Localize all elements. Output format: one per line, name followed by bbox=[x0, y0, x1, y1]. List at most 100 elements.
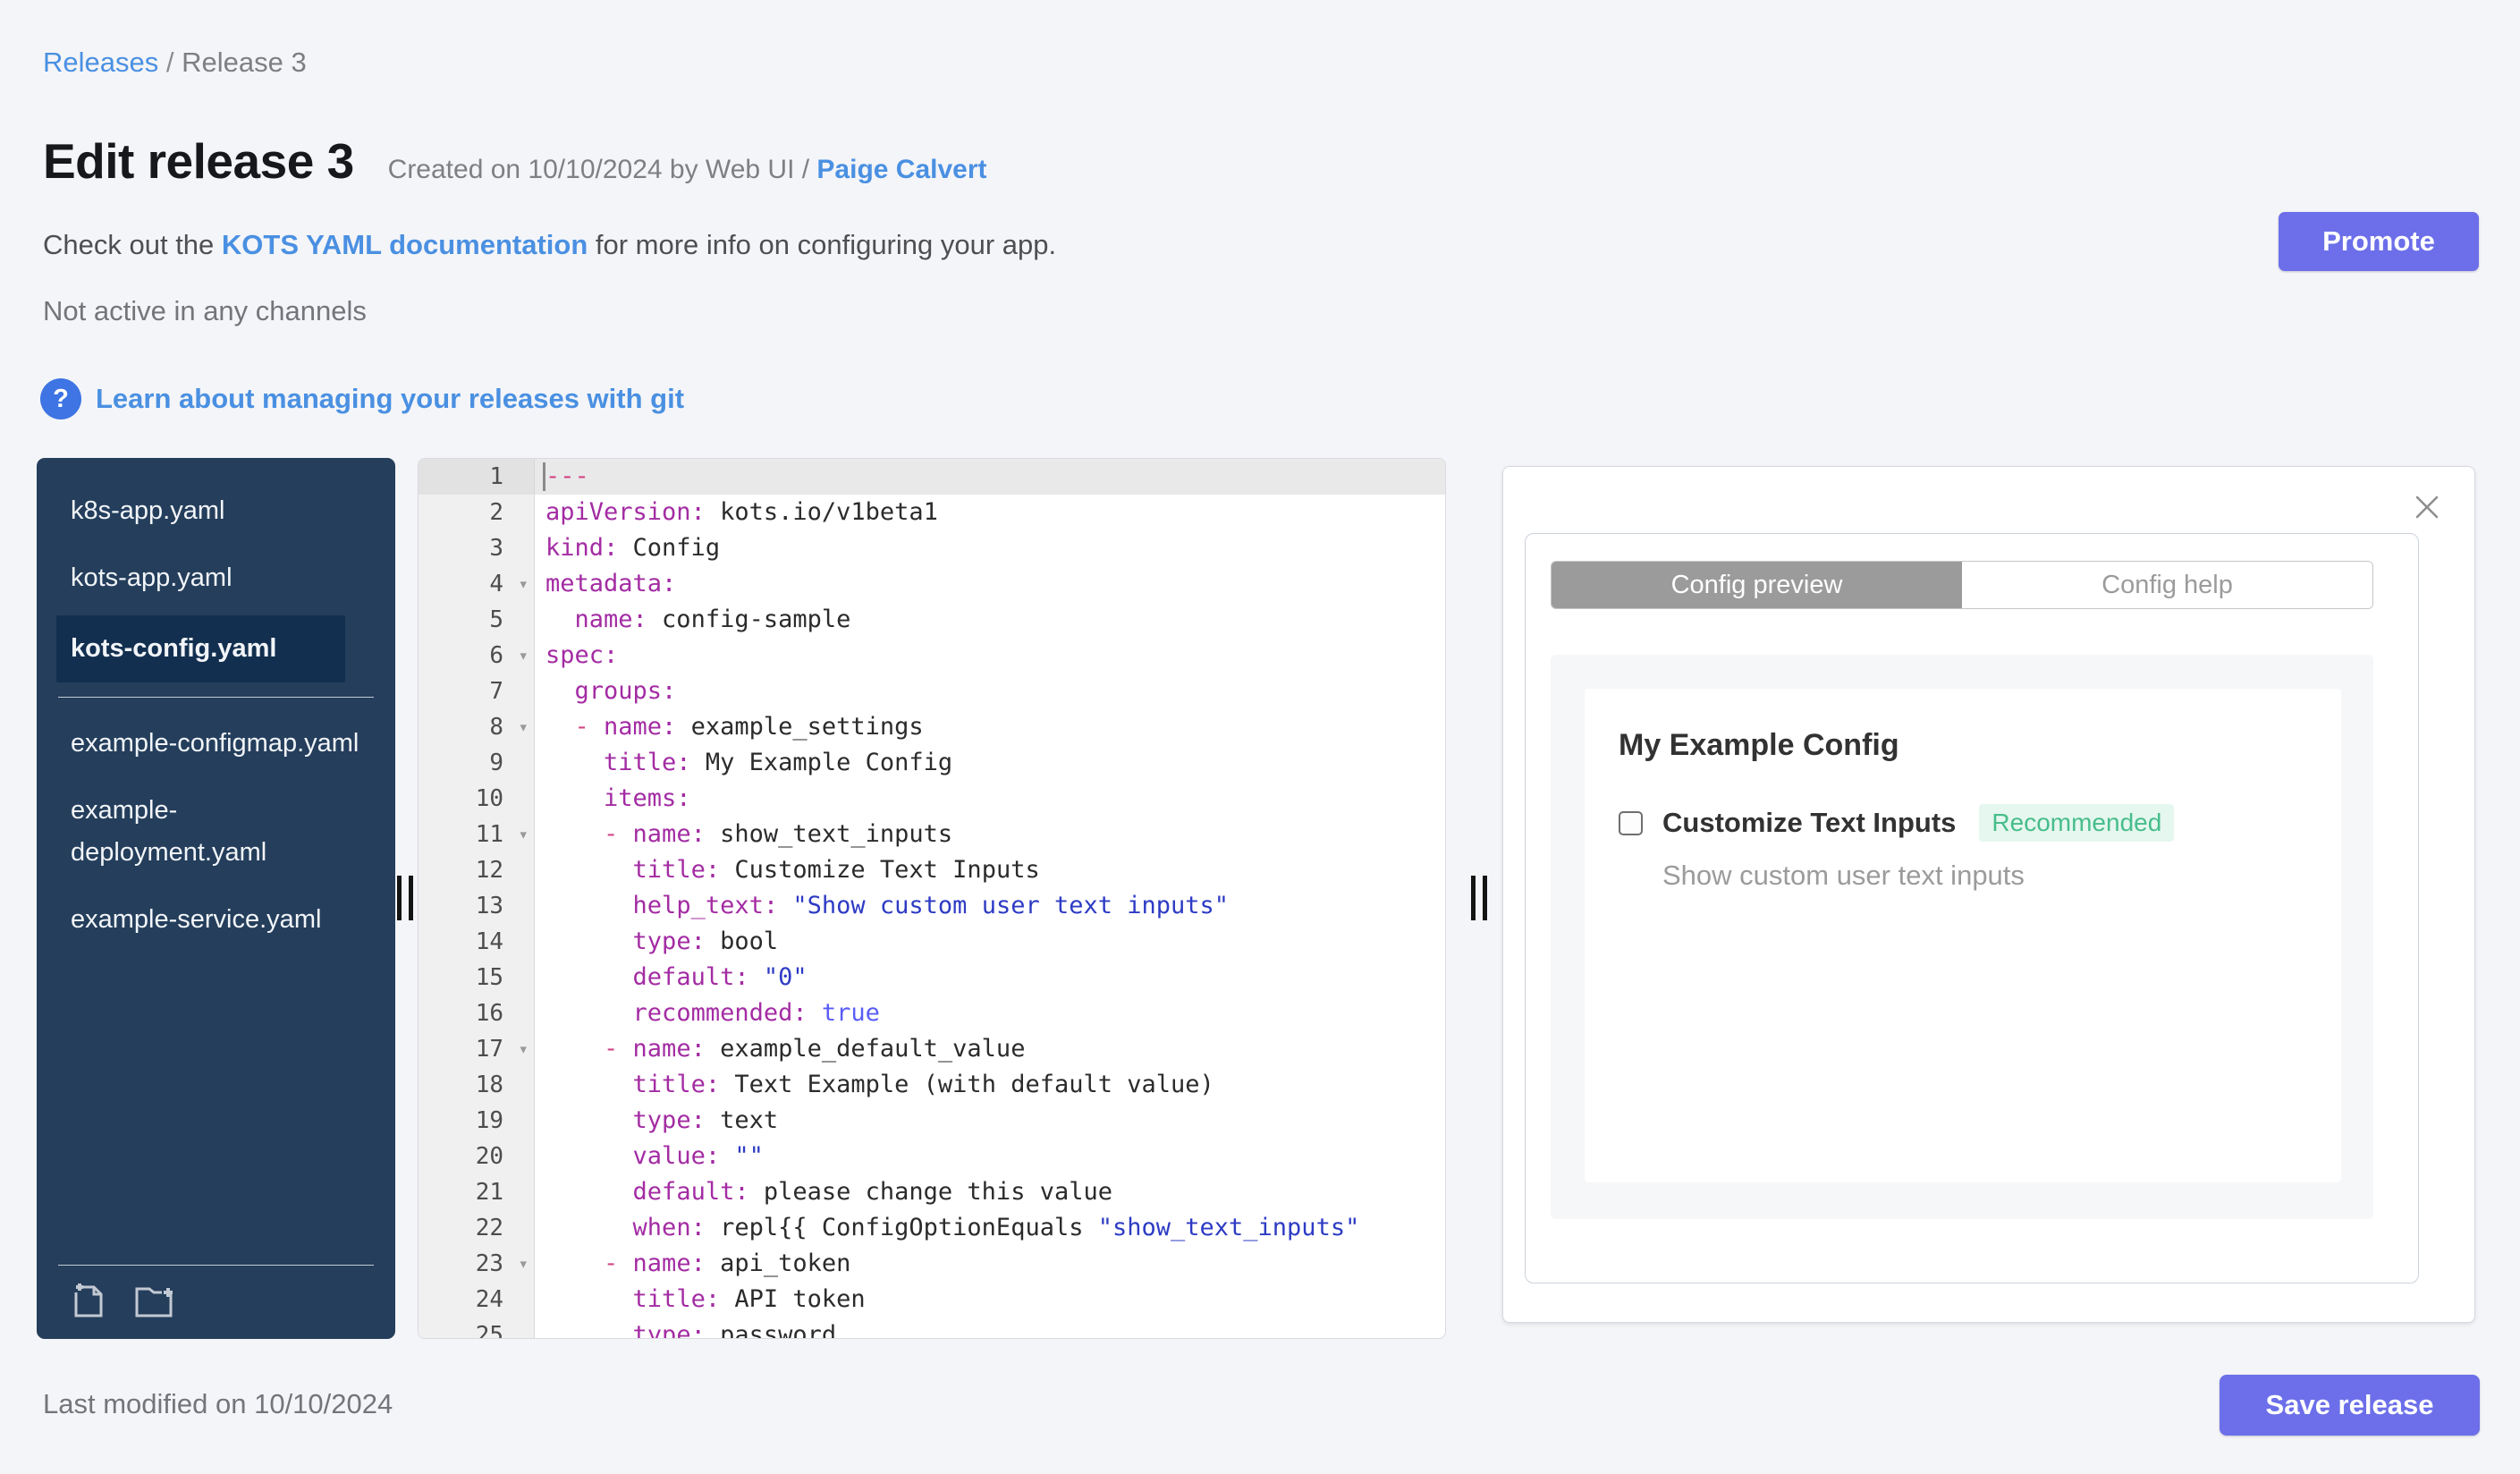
code-line-13[interactable]: 13 help_text: "Show custom user text inp… bbox=[419, 888, 1445, 924]
yaml-code-editor[interactable]: 1 --- 2 apiVersion: kots.io/v1beta1 3 kind: C… bbox=[418, 458, 1446, 1339]
gutter-line-number[interactable]: 2 bbox=[419, 495, 535, 530]
file-item-kots-config.yaml[interactable]: kots-config.yaml bbox=[56, 615, 345, 682]
gutter-line-number[interactable]: 4 ▾ bbox=[419, 566, 535, 602]
gutter-line-number[interactable]: 24 bbox=[419, 1282, 535, 1317]
code-text[interactable]: spec: bbox=[535, 638, 1445, 673]
code-line-2[interactable]: 2 apiVersion: kots.io/v1beta1 bbox=[419, 495, 1445, 530]
code-line-19[interactable]: 19 type: text bbox=[419, 1103, 1445, 1139]
code-text[interactable]: --- bbox=[535, 459, 1445, 495]
code-line-9[interactable]: 9 title: My Example Config bbox=[419, 745, 1445, 781]
file-item-example-configmap.yaml[interactable]: example-configmap.yaml bbox=[37, 710, 395, 777]
gutter-line-number[interactable]: 22 bbox=[419, 1210, 535, 1246]
code-line-6[interactable]: 6 ▾ spec: bbox=[419, 638, 1445, 673]
tab-config-help[interactable]: Config help bbox=[1962, 562, 2372, 608]
code-text[interactable]: name: config-sample bbox=[535, 602, 1445, 638]
code-text[interactable]: metadata: bbox=[535, 566, 1445, 602]
code-text[interactable]: type: bool bbox=[535, 924, 1445, 960]
gutter-line-number[interactable]: 18 bbox=[419, 1067, 535, 1103]
gutter-line-number[interactable]: 5 bbox=[419, 602, 535, 638]
code-text[interactable]: title: My Example Config bbox=[535, 745, 1445, 781]
code-line-20[interactable]: 20 value: "" bbox=[419, 1139, 1445, 1174]
gutter-line-number[interactable]: 21 bbox=[419, 1174, 535, 1210]
code-line-15[interactable]: 15 default: "0" bbox=[419, 960, 1445, 995]
tab-config-preview[interactable]: Config preview bbox=[1552, 562, 1962, 608]
code-line-23[interactable]: 23 ▾ - name: api_token bbox=[419, 1246, 1445, 1282]
code-text[interactable]: default: "0" bbox=[535, 960, 1445, 995]
breadcrumb-releases-link[interactable]: Releases bbox=[43, 47, 158, 78]
question-mark-icon[interactable]: ? bbox=[40, 378, 81, 419]
fold-arrow-icon[interactable]: ▾ bbox=[519, 1246, 529, 1282]
gutter-line-number[interactable]: 10 bbox=[419, 781, 535, 817]
code-text[interactable]: when: repl{{ ConfigOptionEquals "show_te… bbox=[535, 1210, 1445, 1246]
gutter-line-number[interactable]: 3 bbox=[419, 530, 535, 566]
gutter-line-number[interactable]: 14 bbox=[419, 924, 535, 960]
sidebar-editor-resize-handle[interactable] bbox=[397, 876, 413, 920]
gutter-line-number[interactable]: 7 bbox=[419, 673, 535, 709]
code-text[interactable]: title: Text Example (with default value) bbox=[535, 1067, 1445, 1103]
code-text[interactable]: title: Customize Text Inputs bbox=[535, 852, 1445, 888]
file-item-example-service.yaml[interactable]: example-service.yaml bbox=[37, 886, 395, 953]
code-text[interactable]: type: text bbox=[535, 1103, 1445, 1139]
code-line-7[interactable]: 7 groups: bbox=[419, 673, 1445, 709]
gutter-line-number[interactable]: 9 bbox=[419, 745, 535, 781]
code-line-3[interactable]: 3 kind: Config bbox=[419, 530, 1445, 566]
gutter-line-number[interactable]: 16 bbox=[419, 995, 535, 1031]
editor-preview-resize-handle[interactable] bbox=[1471, 876, 1487, 920]
file-item-example-deployment.yaml[interactable]: example-deployment.yaml bbox=[37, 777, 395, 886]
gutter-line-number[interactable]: 1 bbox=[419, 459, 535, 495]
code-text[interactable]: default: please change this value bbox=[535, 1174, 1445, 1210]
file-item-k8s-app.yaml[interactable]: k8s-app.yaml bbox=[37, 478, 395, 545]
code-line-22[interactable]: 22 when: repl{{ ConfigOptionEquals "show… bbox=[419, 1210, 1445, 1246]
code-line-24[interactable]: 24 title: API token bbox=[419, 1282, 1445, 1317]
code-line-21[interactable]: 21 default: please change this value bbox=[419, 1174, 1445, 1210]
code-text[interactable]: items: bbox=[535, 781, 1445, 817]
code-line-10[interactable]: 10 items: bbox=[419, 781, 1445, 817]
code-line-11[interactable]: 11 ▾ - name: show_text_inputs bbox=[419, 817, 1445, 852]
code-line-1[interactable]: 1 --- bbox=[419, 459, 1445, 495]
kots-yaml-doc-link[interactable]: KOTS YAML documentation bbox=[222, 229, 588, 260]
add-file-icon[interactable] bbox=[67, 1280, 108, 1321]
gutter-line-number[interactable]: 25 bbox=[419, 1317, 535, 1338]
gutter-line-number[interactable]: 12 bbox=[419, 852, 535, 888]
code-text[interactable]: - name: api_token bbox=[535, 1246, 1445, 1282]
code-line-18[interactable]: 18 title: Text Example (with default val… bbox=[419, 1067, 1445, 1103]
code-line-8[interactable]: 8 ▾ - name: example_settings bbox=[419, 709, 1445, 745]
code-line-25[interactable]: 25 type: password bbox=[419, 1317, 1445, 1338]
code-text[interactable]: title: API token bbox=[535, 1282, 1445, 1317]
gutter-line-number[interactable]: 13 bbox=[419, 888, 535, 924]
gutter-line-number[interactable]: 11 ▾ bbox=[419, 817, 535, 852]
gutter-line-number[interactable]: 17 ▾ bbox=[419, 1031, 535, 1067]
code-text[interactable]: apiVersion: kots.io/v1beta1 bbox=[535, 495, 1445, 530]
code-line-17[interactable]: 17 ▾ - name: example_default_value bbox=[419, 1031, 1445, 1067]
save-release-button[interactable]: Save release bbox=[2220, 1375, 2480, 1436]
code-line-4[interactable]: 4 ▾ metadata: bbox=[419, 566, 1445, 602]
add-folder-icon[interactable] bbox=[131, 1280, 178, 1321]
created-author-link[interactable]: Paige Calvert bbox=[816, 155, 986, 184]
fold-arrow-icon[interactable]: ▾ bbox=[519, 817, 529, 852]
fold-arrow-icon[interactable]: ▾ bbox=[519, 1031, 529, 1067]
code-text[interactable]: type: password bbox=[535, 1317, 1445, 1338]
gutter-line-number[interactable]: 20 bbox=[419, 1139, 535, 1174]
gutter-line-number[interactable]: 15 bbox=[419, 960, 535, 995]
code-text[interactable]: help_text: "Show custom user text inputs… bbox=[535, 888, 1445, 924]
code-text[interactable]: recommended: true bbox=[535, 995, 1445, 1031]
code-line-16[interactable]: 16 recommended: true bbox=[419, 995, 1445, 1031]
code-line-12[interactable]: 12 title: Customize Text Inputs bbox=[419, 852, 1445, 888]
customize-text-inputs-checkbox[interactable] bbox=[1619, 810, 1643, 835]
gutter-line-number[interactable]: 8 ▾ bbox=[419, 709, 535, 745]
code-text[interactable]: groups: bbox=[535, 673, 1445, 709]
fold-arrow-icon[interactable]: ▾ bbox=[519, 638, 529, 673]
fold-arrow-icon[interactable]: ▾ bbox=[519, 566, 529, 602]
gutter-line-number[interactable]: 23 ▾ bbox=[419, 1246, 535, 1282]
code-line-14[interactable]: 14 type: bool bbox=[419, 924, 1445, 960]
code-text[interactable]: - name: example_settings bbox=[535, 709, 1445, 745]
code-text[interactable]: kind: Config bbox=[535, 530, 1445, 566]
gutter-line-number[interactable]: 19 bbox=[419, 1103, 535, 1139]
code-text[interactable]: - name: show_text_inputs bbox=[535, 817, 1445, 852]
gutter-line-number[interactable]: 6 ▾ bbox=[419, 638, 535, 673]
close-icon[interactable] bbox=[2412, 492, 2442, 522]
git-releases-link[interactable]: Learn about managing your releases with … bbox=[96, 383, 684, 415]
promote-button[interactable]: Promote bbox=[2279, 212, 2479, 271]
file-item-kots-app.yaml[interactable]: kots-app.yaml bbox=[37, 545, 395, 612]
fold-arrow-icon[interactable]: ▾ bbox=[519, 709, 529, 745]
